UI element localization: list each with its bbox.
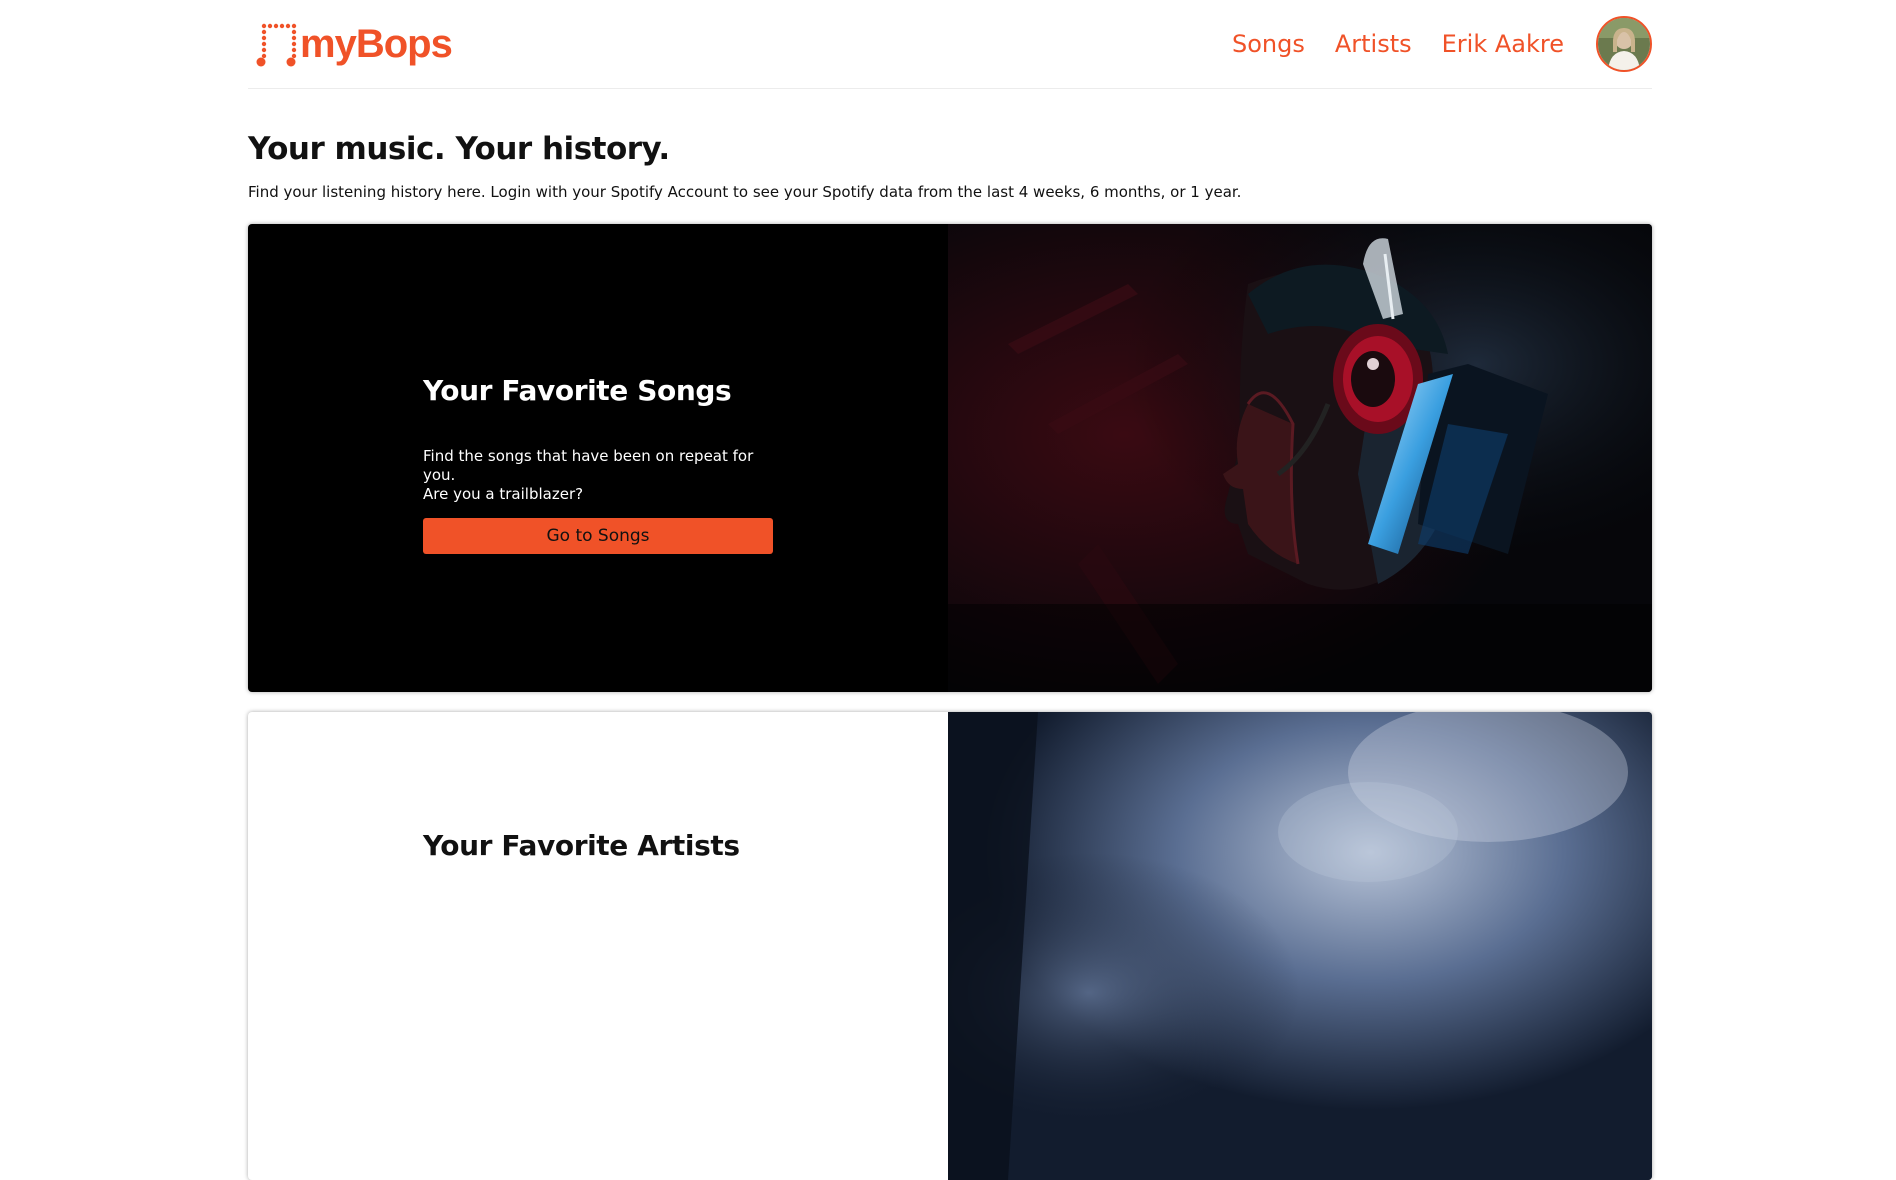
user-avatar-photo — [1598, 18, 1650, 70]
card-content: Your Favorite Artists — [423, 829, 773, 862]
favorite-artists-card: Your Favorite Artists — [248, 712, 1652, 1180]
nav-user-link[interactable]: Erik Aakre — [1442, 30, 1564, 58]
brand-name: myBops — [300, 21, 453, 66]
card-title: Your Favorite Songs — [423, 374, 732, 407]
smoky-concert-stage-photo — [948, 712, 1652, 1180]
brand-logo[interactable]: myBops — [256, 21, 453, 67]
page-subtitle: Find your listening history here. Login … — [248, 183, 1242, 201]
card-title: Your Favorite Artists — [423, 829, 740, 862]
favorite-songs-card: Your Favorite Songs Find the songs that … — [248, 224, 1652, 692]
card-text-panel: Your Favorite Songs Find the songs that … — [248, 224, 948, 692]
user-avatar[interactable] — [1596, 16, 1652, 72]
card-description: Find the songs that have been on repeat … — [423, 447, 773, 504]
card-text-panel: Your Favorite Artists — [248, 712, 948, 1180]
top-navbar: myBops Songs Artists Erik Aakre — [248, 0, 1652, 89]
nav-links: Songs Artists Erik Aakre — [1232, 16, 1652, 72]
nav-songs-link[interactable]: Songs — [1232, 30, 1305, 58]
man-with-red-headphones-photo — [948, 224, 1652, 692]
card-image-panel — [948, 712, 1652, 1180]
card-description-line1: Find the songs that have been on repeat … — [423, 447, 754, 484]
nav-artists-link[interactable]: Artists — [1335, 30, 1412, 58]
card-description-line2: Are you a trailblazer? — [423, 485, 584, 503]
go-to-songs-button[interactable]: Go to Songs — [423, 518, 773, 554]
card-content: Your Favorite Songs Find the songs that … — [423, 374, 773, 554]
page-container: myBops Songs Artists Erik Aakre Your mus… — [248, 0, 1652, 1180]
card-image-panel — [948, 224, 1652, 692]
page-title: Your music. Your history. — [248, 131, 670, 167]
music-note-dots-icon — [256, 23, 297, 67]
